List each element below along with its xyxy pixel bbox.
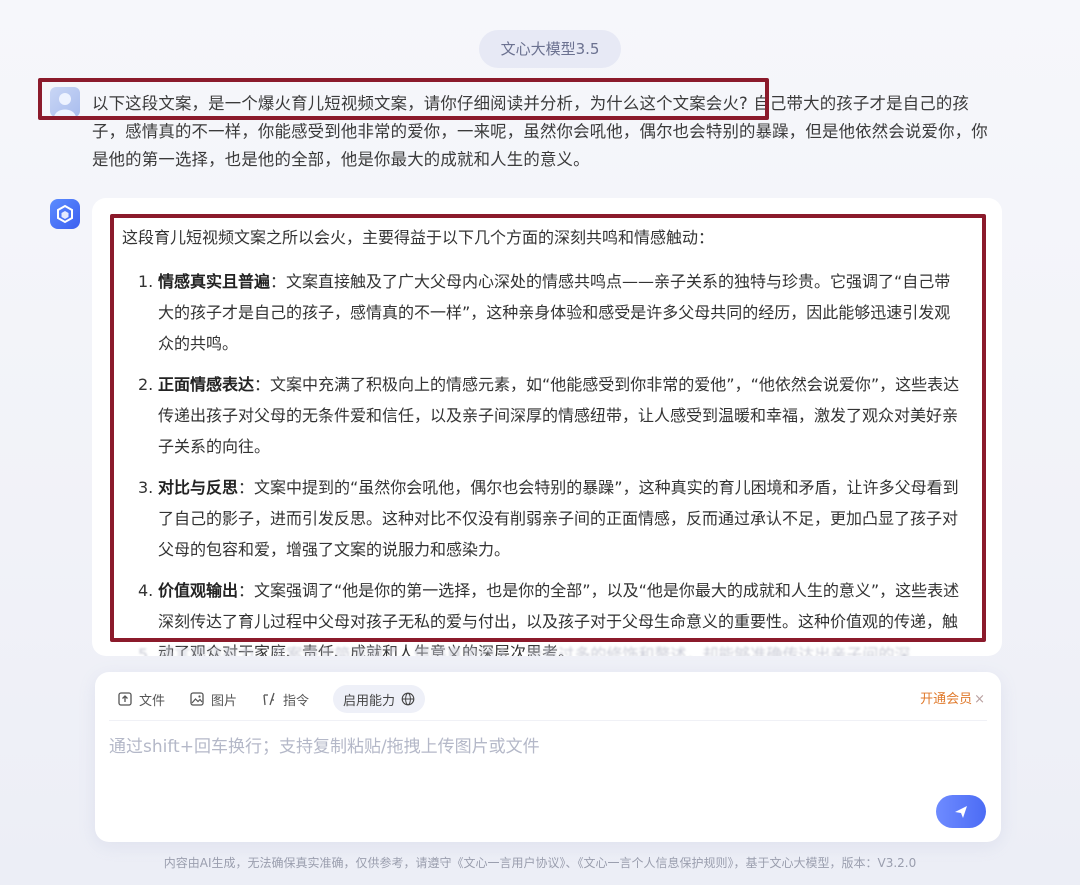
- command-tool-button[interactable]: 指令: [261, 690, 309, 709]
- vip-promo[interactable]: 开通会员 ×: [920, 688, 985, 707]
- vip-close-icon[interactable]: ×: [974, 692, 985, 707]
- command-tool-label: 指令: [283, 693, 310, 709]
- toolbar-divider: [109, 720, 987, 721]
- user-avatar: [50, 87, 80, 117]
- command-icon: [263, 692, 275, 706]
- answer-point: 1. 情感真实且普遍：文案直接触及了广大父母内心深处的情感共鸣点——亲子关系的独特…: [122, 266, 962, 359]
- assistant-answer-card: 这段育儿短视频文案之所以会火，主要得益于以下几个方面的深刻共鸣和情感触动： 1.…: [92, 198, 1002, 656]
- message-input[interactable]: 通过shift+回车换行；支持复制粘贴/拖拽上传图片或文件: [109, 732, 540, 757]
- answer-point: 2. 正面情感表达：文案中充满了积极向上的情感元素，如“他能感受到你非常的爱他”，…: [122, 369, 962, 462]
- globe-icon: [401, 692, 415, 706]
- point-number: 4.: [138, 581, 154, 600]
- answer-truncated-line: 5. 语言简洁有力：文案语言简洁明了，情感真挚动人，没有过多的修饰和赘述，却能够…: [138, 645, 911, 656]
- point-number: 2.: [138, 375, 154, 394]
- image-tool-label: 图片: [211, 693, 238, 709]
- assistant-logo-icon: [57, 204, 73, 224]
- file-upload-icon: [118, 692, 132, 706]
- model-version-pill[interactable]: 文心大模型3.5: [479, 30, 621, 68]
- enable-capability-label: 启用能力: [343, 693, 396, 709]
- file-tool-label: 文件: [139, 693, 166, 709]
- point-title: 正面情感表达: [158, 375, 255, 394]
- send-icon: [955, 805, 967, 818]
- point-body: ：文案中提到的“虽然你会吼他，偶尔也会特别的暴躁”，这种真实的育儿困境和矛盾，让…: [158, 478, 959, 559]
- user-avatar-icon: [54, 93, 76, 117]
- answer-point: 3. 对比与反思：文案中提到的“虽然你会吼他，偶尔也会特别的暴躁”，这种真实的育儿…: [122, 472, 962, 565]
- point-number: 3.: [138, 478, 154, 497]
- answer-intro: 这段育儿短视频文案之所以会火，主要得益于以下几个方面的深刻共鸣和情感触动：: [122, 228, 715, 247]
- enable-capability-button[interactable]: 启用能力: [333, 685, 426, 713]
- chat-input-card: 文件 图片 指令 启用能力 开通会员 × 通过shift+回车换行；支持复制粘贴…: [95, 672, 1001, 842]
- image-icon: [190, 692, 204, 706]
- point-body: ：文案中充满了积极向上的情感元素，如“他能感受到你非常的爱他”，“他依然会说爱你…: [158, 375, 960, 456]
- vip-link[interactable]: 开通会员: [920, 692, 972, 707]
- point-body: ：文案直接触及了广大父母内心深处的情感共鸣点——亲子关系的独特与珍贵。它强调了“…: [158, 272, 951, 353]
- footer-disclaimer: 内容由AI生成，无法确保真实准确，仅供参考，请遵守《文心一言用户协议》、《文心一…: [163, 856, 917, 870]
- file-tool-button[interactable]: 文件: [117, 690, 165, 709]
- send-button[interactable]: [936, 795, 986, 828]
- user-message-text: 以下这段文案，是一个爆火育儿短视频文案，请你仔细阅读并分析，为什么这个文案会火?…: [92, 94, 988, 169]
- point-title: 情感真实且普遍: [158, 272, 271, 291]
- point-title: 价值观输出: [158, 581, 239, 600]
- point-title: 对比与反思: [158, 478, 239, 497]
- assistant-avatar: [50, 199, 80, 229]
- input-toolbar: 文件 图片 指令 启用能力: [117, 684, 426, 714]
- point-number: 1.: [138, 272, 154, 291]
- answer-points-list: 1. 情感真实且普遍：文案直接触及了广大父母内心深处的情感共鸣点——亲子关系的独特…: [122, 266, 962, 656]
- image-tool-button[interactable]: 图片: [189, 690, 237, 709]
